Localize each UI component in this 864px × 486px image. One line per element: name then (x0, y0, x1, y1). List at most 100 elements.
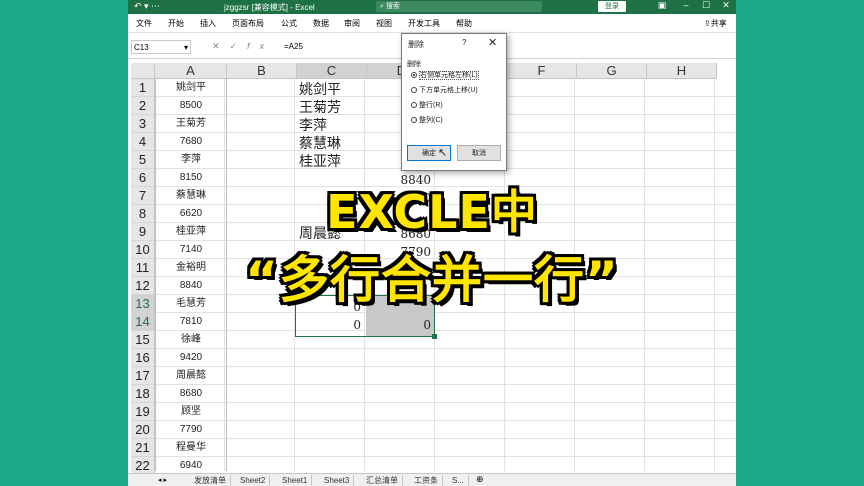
cell-a[interactable]: 7790 (155, 421, 227, 439)
row-header[interactable]: 20 (131, 421, 155, 439)
row-header[interactable]: 18 (131, 385, 155, 403)
cancel-icon[interactable]: ✕ (212, 41, 230, 51)
window-title: jzggzsr [兼容模式] - Excel (224, 3, 315, 12)
option-entire-column[interactable]: 整列(C) (411, 115, 443, 127)
caption-line-2: “多行合并一行” (245, 251, 619, 309)
enter-icon[interactable]: ✓ (230, 41, 248, 51)
cell-c[interactable]: 桂亚萍 (297, 153, 369, 171)
row-header[interactable]: 17 (131, 367, 155, 385)
share-button[interactable]: ⇪共享 (704, 18, 727, 29)
sheet-nav-right-icon[interactable]: ◂ ▸ (158, 476, 167, 484)
row-header[interactable]: 5 (131, 151, 155, 169)
formula-icons: ✕✓fx (212, 41, 274, 52)
sheet-tab[interactable]: Sheet3 (320, 475, 355, 486)
dialog-title: 删除 (408, 40, 424, 49)
row-header[interactable]: 15 (131, 331, 155, 349)
menu-file[interactable]: 文件 (136, 18, 152, 29)
cell-a[interactable]: 8500 (155, 97, 227, 115)
select-all-corner[interactable] (131, 63, 155, 79)
row-header[interactable]: 4 (131, 133, 155, 151)
cancel-button[interactable]: 取消 (457, 145, 501, 161)
column-header[interactable]: B (227, 63, 297, 79)
menu-data[interactable]: 数据 (313, 18, 329, 29)
row-header[interactable]: 19 (131, 403, 155, 421)
menu-insert[interactable]: 插入 (200, 18, 216, 29)
row-header[interactable]: 3 (131, 115, 155, 133)
sheet-tab[interactable]: Sheet1 (278, 475, 313, 486)
dialog-close-icon[interactable]: ✕ (488, 36, 497, 49)
menu-bar: 文件 开始 插入 页面布局 公式 数据 审阅 视图 开发工具 帮助 ⇪共享 (128, 14, 736, 33)
cell-a[interactable]: 程曼华 (155, 439, 227, 457)
sheet-tab[interactable]: 汇总清单 (362, 475, 403, 486)
chevron-down-icon: ▾ (183, 43, 188, 52)
radio-selected-icon (411, 72, 417, 79)
radio-icon (411, 117, 417, 124)
cell-a[interactable]: 顾坚 (155, 403, 227, 421)
search-box[interactable]: ⌕ 搜索 (376, 1, 542, 12)
radio-icon (411, 102, 417, 109)
cell-c[interactable]: 蔡慧琳 (297, 135, 369, 153)
row-header[interactable]: 1 (131, 79, 155, 97)
row-header[interactable]: 16 (131, 349, 155, 367)
title-bar: ↶ ▾ ⋯ jzggzsr [兼容模式] - Excel ⌕ 搜索 登录 ▣ –… (128, 0, 736, 14)
cell-a[interactable]: 徐峰 (155, 331, 227, 349)
quick-access-undo-icon[interactable]: ↶ ▾ ⋯ (134, 1, 160, 12)
name-box[interactable]: C13 ▾ (131, 40, 191, 54)
column-header[interactable]: C (297, 63, 367, 79)
option-label: 右侧单元格左移(L) (419, 71, 479, 80)
row-header[interactable]: 21 (131, 439, 155, 457)
cell-a[interactable]: 周晨懿 (155, 367, 227, 385)
cell-d14[interactable]: 0 (367, 316, 431, 334)
option-entire-row[interactable]: 整行(R) (411, 100, 443, 112)
close-icon[interactable]: ✕ (716, 0, 736, 11)
option-label: 下方单元格上移(U) (419, 87, 478, 94)
column-header[interactable]: G (577, 63, 647, 79)
cell-a[interactable]: 7810 (155, 313, 227, 331)
column-header[interactable]: H (647, 63, 717, 79)
menu-home[interactable]: 开始 (168, 18, 184, 29)
share-label: 共享 (710, 19, 727, 28)
cell-a[interactable]: 8680 (155, 385, 227, 403)
formula-input[interactable]: =A25 (284, 42, 303, 51)
cell-a[interactable]: 7680 (155, 133, 227, 151)
add-sheet-icon[interactable]: ⊕ (476, 474, 484, 485)
search-placeholder: 搜索 (385, 3, 400, 10)
menu-formulas[interactable]: 公式 (281, 18, 297, 29)
sheet-tab[interactable]: 工资条 (410, 475, 443, 486)
name-box-value: C13 (134, 43, 149, 52)
radio-icon (411, 87, 417, 94)
cell-a[interactable]: 9420 (155, 349, 227, 367)
option-shift-up[interactable]: 下方单元格上移(U) (411, 85, 478, 97)
caption-line-1: EXCLE中 (326, 185, 538, 239)
menu-developer[interactable]: 开发工具 (408, 18, 440, 29)
cell-c14[interactable]: 0 (297, 316, 361, 334)
menu-review[interactable]: 审阅 (344, 18, 360, 29)
column-header[interactable]: F (507, 63, 577, 79)
column-header[interactable]: A (155, 63, 227, 79)
ribbon-display-icon[interactable]: ▣ (652, 0, 672, 11)
cell-a[interactable]: 李萍 (155, 151, 227, 169)
cell-c[interactable]: 李萍 (297, 117, 369, 135)
fill-handle[interactable] (432, 334, 437, 339)
cell-c[interactable]: 王菊芳 (297, 99, 369, 117)
menu-help[interactable]: 帮助 (456, 18, 472, 29)
sheet-tab[interactable]: 发放清单 (190, 475, 231, 486)
menu-view[interactable]: 视图 (376, 18, 392, 29)
dialog-group-label: 删除 (407, 61, 421, 68)
fx-icon[interactable]: fx (247, 41, 274, 51)
cell-c[interactable]: 姚剑平 (297, 81, 369, 99)
sheet-tab[interactable]: S... (448, 475, 470, 486)
minimize-icon[interactable]: – (676, 0, 696, 10)
share-icon: ⇪ (704, 19, 711, 28)
help-icon[interactable]: ? (462, 38, 466, 47)
login-button[interactable]: 登录 (598, 1, 626, 12)
row-header[interactable]: 14 (131, 313, 155, 331)
option-shift-left[interactable]: 右侧单元格左移(L) (411, 70, 479, 82)
maximize-icon[interactable]: ☐ (696, 0, 716, 11)
mouse-cursor-icon: ↖ (438, 147, 448, 159)
menu-page-layout[interactable]: 页面布局 (232, 18, 264, 29)
cell-a[interactable]: 王菊芳 (155, 115, 227, 133)
cell-a[interactable]: 姚剑平 (155, 79, 227, 97)
row-header[interactable]: 2 (131, 97, 155, 115)
sheet-tab[interactable]: Sheet2 (236, 475, 271, 486)
